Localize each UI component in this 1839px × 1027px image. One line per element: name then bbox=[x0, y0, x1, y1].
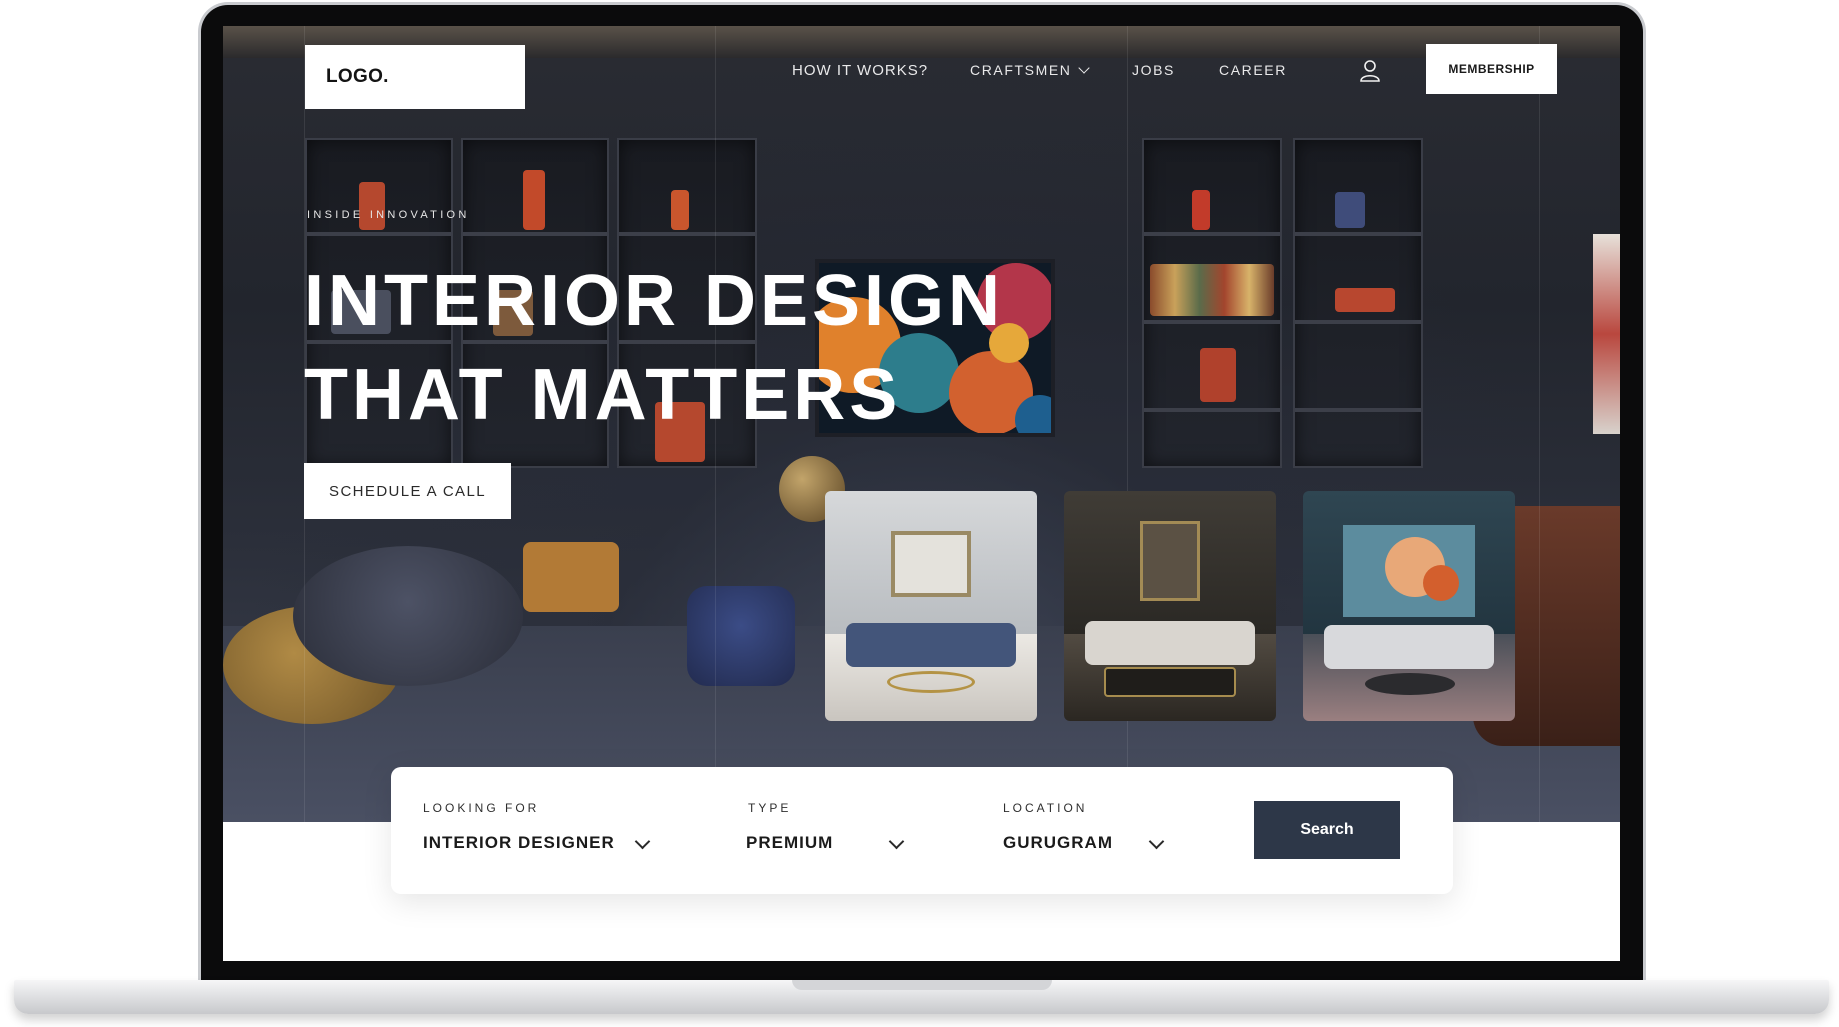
sofa-thumbnail bbox=[846, 623, 1016, 667]
sculpture-decor bbox=[523, 170, 545, 230]
chevron-down-icon bbox=[888, 833, 905, 850]
looking-for-value: INTERIOR DESIGNER bbox=[423, 833, 615, 852]
laptop-screen: LOGO. HOW IT WORKS? CRAFTSMEN JOBS CAREE… bbox=[223, 26, 1620, 961]
gallery-thumbnail[interactable] bbox=[1303, 491, 1515, 721]
vase-decor bbox=[1335, 192, 1365, 228]
type-select[interactable]: TYPE PREMIUM bbox=[746, 767, 916, 894]
nav-link-how-it-works[interactable]: HOW IT WORKS? bbox=[792, 62, 928, 79]
type-label: TYPE bbox=[748, 801, 792, 815]
sofa-thumbnail bbox=[1324, 625, 1494, 669]
books-decor bbox=[1150, 264, 1274, 316]
nav-link-label: CRAFTSMEN bbox=[970, 62, 1072, 78]
search-panel: LOOKING FOR INTERIOR DESIGNER TYPE PREMI… bbox=[391, 767, 1453, 894]
search-button[interactable]: Search bbox=[1254, 801, 1400, 859]
artwork-thumbnail bbox=[1140, 521, 1200, 601]
schedule-call-button[interactable]: SCHEDULE A CALL bbox=[304, 463, 511, 519]
hero-headline: INTERIOR DESIGN THAT MATTERS bbox=[304, 254, 1004, 442]
nav-link-career[interactable]: CAREER bbox=[1219, 62, 1287, 78]
headline-line-2: THAT MATTERS bbox=[304, 355, 902, 435]
hero-section: LOGO. HOW IT WORKS? CRAFTSMEN JOBS CAREE… bbox=[223, 26, 1620, 822]
sculpture-decor bbox=[1200, 348, 1236, 402]
vase-decor bbox=[671, 190, 689, 230]
chevron-down-icon bbox=[634, 833, 651, 850]
nav-link-craftsmen[interactable]: CRAFTSMEN bbox=[970, 62, 1090, 78]
logo-text: LOGO. bbox=[326, 66, 389, 87]
location-label: LOCATION bbox=[1003, 801, 1088, 815]
table-thumbnail bbox=[1104, 667, 1236, 697]
gallery-thumbnail[interactable] bbox=[825, 491, 1037, 721]
bookshelf bbox=[1293, 138, 1423, 468]
headline-line-1: INTERIOR DESIGN bbox=[304, 261, 1005, 341]
looking-for-label: LOOKING FOR bbox=[423, 801, 540, 815]
hero-eyebrow: INSIDE INNOVATION bbox=[307, 209, 470, 221]
stool-decor bbox=[687, 586, 795, 686]
beanbag-decor bbox=[293, 546, 523, 686]
sofa-thumbnail bbox=[1085, 621, 1255, 665]
chevron-down-icon bbox=[1077, 62, 1090, 74]
vase-decor bbox=[1192, 190, 1210, 230]
chevron-down-icon bbox=[1148, 833, 1165, 850]
chair-decor bbox=[523, 542, 619, 612]
location-select[interactable]: LOCATION GURUGRAM bbox=[1003, 767, 1183, 894]
laptop-notch bbox=[791, 980, 1052, 990]
bookshelf bbox=[1142, 138, 1282, 468]
artwork-thumbnail bbox=[1343, 525, 1475, 617]
nav-link-jobs[interactable]: JOBS bbox=[1132, 62, 1175, 78]
membership-button[interactable]: MEMBERSHIP bbox=[1426, 44, 1557, 94]
table-thumbnail bbox=[1365, 673, 1455, 695]
wall-artwork bbox=[1593, 234, 1620, 434]
user-icon[interactable] bbox=[1359, 59, 1381, 83]
logo[interactable]: LOGO. bbox=[305, 45, 525, 109]
laptop-base bbox=[14, 980, 1829, 1014]
vase-decor bbox=[359, 182, 385, 230]
looking-for-select[interactable]: LOOKING FOR INTERIOR DESIGNER bbox=[423, 767, 653, 894]
table-thumbnail bbox=[887, 671, 975, 693]
gallery-thumbnail[interactable] bbox=[1064, 491, 1276, 721]
location-value: GURUGRAM bbox=[1003, 833, 1113, 852]
type-value: PREMIUM bbox=[746, 833, 834, 852]
artwork-thumbnail bbox=[891, 531, 971, 597]
sculpture-decor bbox=[1335, 288, 1395, 312]
